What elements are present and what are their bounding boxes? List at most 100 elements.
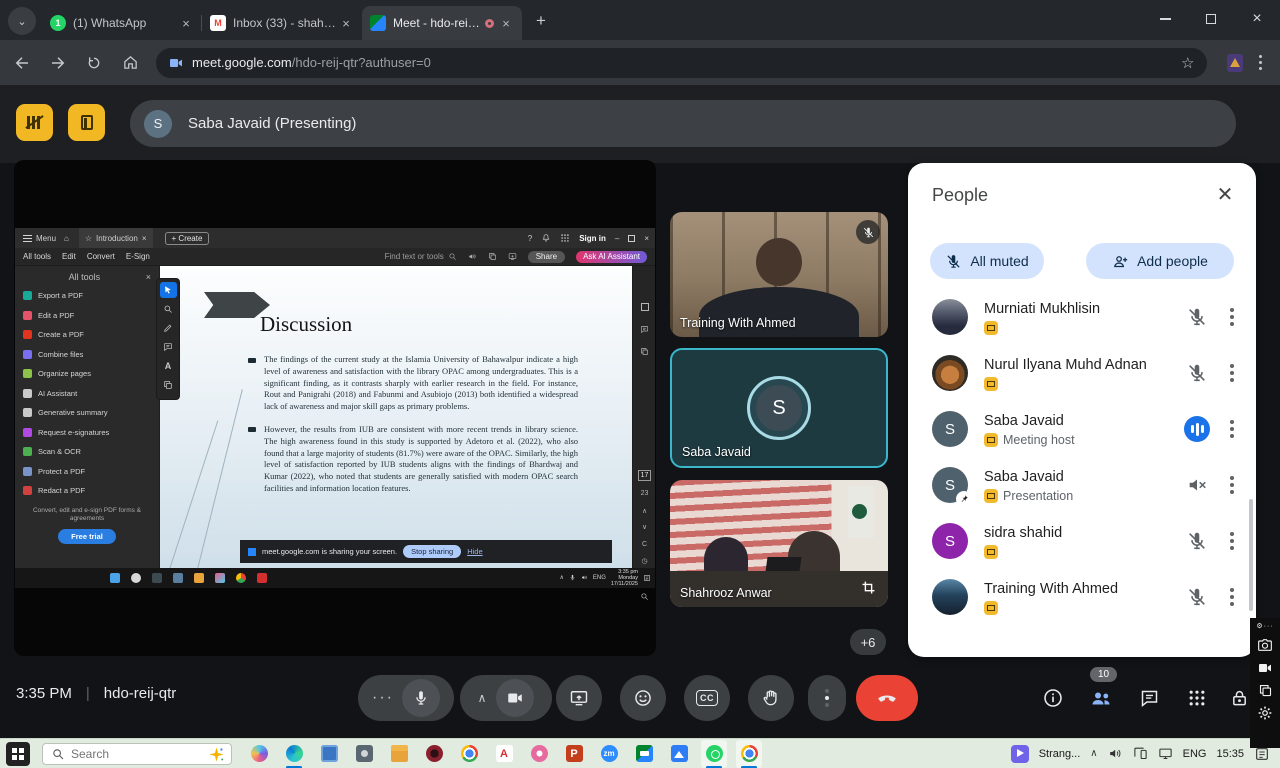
acrobat-icon[interactable] xyxy=(257,573,267,583)
camera-permission-icon[interactable] xyxy=(168,55,184,71)
more-options-button[interactable] xyxy=(808,675,846,721)
mic-tray-icon[interactable] xyxy=(569,574,576,581)
participant-row[interactable]: S sidra shahid xyxy=(908,513,1256,569)
app-icon[interactable] xyxy=(173,573,183,583)
copilot-sparkle-icon[interactable] xyxy=(208,746,225,763)
participant-row[interactable]: S Saba Javaid Meeting host xyxy=(908,401,1256,457)
start-button[interactable] xyxy=(6,742,30,766)
acrobat-menu-label[interactable]: Menu xyxy=(36,234,56,243)
new-tab-button[interactable]: + xyxy=(528,8,554,34)
find-tools-field[interactable]: Find text or tools xyxy=(385,252,457,261)
share-button[interactable]: Share xyxy=(528,251,565,263)
language-indicator[interactable]: ENG xyxy=(593,575,606,581)
more-options-icon[interactable] xyxy=(1230,315,1234,319)
raise-hand-button[interactable] xyxy=(748,675,794,721)
camera-options-icon[interactable]: ∧ xyxy=(478,691,487,705)
acrobat-tool-item[interactable]: Protect a PDF xyxy=(23,462,151,482)
extension-overlay-button-2[interactable] xyxy=(68,104,105,141)
chat-icon[interactable] xyxy=(1134,683,1164,713)
taskbar-app[interactable] xyxy=(281,740,307,768)
taskbar-app[interactable] xyxy=(421,740,447,768)
recorder-logo-icon[interactable]: ⚙··· xyxy=(1256,622,1273,630)
screen-share-tile[interactable]: Menu ⌂ ☆ Introduction × + Create ? Sign … xyxy=(14,160,656,656)
close-panel-icon[interactable]: ✕ xyxy=(1210,179,1240,209)
tray-overflow-icon[interactable]: ∧ xyxy=(1090,748,1097,759)
more-options-icon[interactable] xyxy=(1230,539,1234,543)
home-icon[interactable] xyxy=(116,49,144,77)
copy-window-icon[interactable] xyxy=(1258,683,1273,698)
volume-icon[interactable] xyxy=(1108,746,1123,761)
stop-sharing-button[interactable]: Stop sharing xyxy=(403,545,461,558)
participant-row[interactable]: Nurul Ilyana Muhd Adnan xyxy=(908,345,1256,401)
free-trial-button[interactable]: Free trial xyxy=(58,529,116,544)
record-video-icon[interactable] xyxy=(1257,660,1273,676)
acrobat-document-tab[interactable]: ☆ Introduction × xyxy=(79,228,153,248)
audio-status-icon[interactable] xyxy=(1184,472,1210,498)
draw-tool-icon[interactable] xyxy=(160,320,177,336)
select-tool-icon[interactable] xyxy=(160,282,177,298)
bookmarks-icon[interactable] xyxy=(633,300,656,314)
close-icon[interactable]: × xyxy=(644,234,649,243)
browser-tab[interactable]: 1 (1) WhatsApp × xyxy=(42,6,202,40)
acrobat-tool-item[interactable]: Create a PDF xyxy=(23,325,151,345)
create-button[interactable]: + Create xyxy=(165,232,210,245)
start-icon[interactable] xyxy=(110,573,120,583)
participant-row[interactable]: S Saba Javaid Presentation xyxy=(908,457,1256,513)
tab-close-icon[interactable]: × xyxy=(142,234,147,243)
ask-ai-assistant-button[interactable]: Ask AI Assistant xyxy=(576,251,647,263)
reload-icon[interactable] xyxy=(80,49,108,77)
acrobat-tool-item[interactable]: Edit a PDF xyxy=(23,306,151,326)
back-icon[interactable] xyxy=(8,49,36,77)
sound-tray-icon[interactable] xyxy=(581,574,588,581)
mic-options-icon[interactable]: ··· xyxy=(372,689,394,707)
zoom-tool-icon[interactable] xyxy=(160,301,177,317)
previous-page-icon[interactable]: ∧ xyxy=(633,504,656,518)
taskbar-app[interactable] xyxy=(631,740,657,768)
tab-close-icon[interactable]: × xyxy=(338,15,354,31)
taskbar-search-box[interactable] xyxy=(42,743,232,765)
tab-close-icon[interactable]: × xyxy=(498,15,514,31)
bookmark-star-icon[interactable]: ☆ xyxy=(1181,54,1194,72)
apps-grid-icon[interactable] xyxy=(560,233,570,243)
audio-status-icon[interactable] xyxy=(1184,528,1210,554)
video-tile-shahrooz-anwar[interactable]: Shahrooz Anwar xyxy=(670,480,888,607)
notification-icon[interactable] xyxy=(643,574,651,582)
network-icon[interactable] xyxy=(1158,746,1173,761)
present-screen-button[interactable] xyxy=(556,675,602,721)
taskbar-app[interactable] xyxy=(526,740,552,768)
video-tile-training-with-ahmed[interactable]: Training With Ahmed xyxy=(670,212,888,337)
next-page-icon[interactable]: ∨ xyxy=(633,520,656,534)
more-options-icon[interactable] xyxy=(1230,427,1234,431)
screenshot-camera-icon[interactable] xyxy=(1257,637,1273,653)
tab-esign[interactable]: E-Sign xyxy=(126,252,150,261)
help-icon[interactable]: ? xyxy=(528,234,532,243)
mic-button[interactable]: ··· xyxy=(358,675,454,721)
chrome-icon[interactable] xyxy=(236,573,246,583)
restore-icon[interactable] xyxy=(628,235,635,242)
all-muted-chip[interactable]: All muted xyxy=(930,243,1044,279)
forward-icon[interactable] xyxy=(44,49,72,77)
headset-icon[interactable] xyxy=(468,252,477,261)
audio-status-icon[interactable] xyxy=(1184,584,1210,610)
taskbar-app[interactable] xyxy=(666,740,692,768)
add-people-chip[interactable]: Add people xyxy=(1086,243,1234,279)
participant-row[interactable]: Murniati Mukhlisin xyxy=(908,289,1256,345)
photos-icon[interactable] xyxy=(215,573,225,583)
reframe-icon[interactable] xyxy=(856,575,880,599)
search-icon[interactable] xyxy=(131,573,141,583)
reactions-button[interactable] xyxy=(620,675,666,721)
minimize-button[interactable] xyxy=(1142,0,1188,38)
captions-button[interactable]: CC xyxy=(684,675,730,721)
tab-close-icon[interactable]: × xyxy=(178,15,194,31)
acrobat-tool-item[interactable]: Scan & OCR xyxy=(23,442,151,462)
media-title[interactable]: Strang... xyxy=(1039,748,1081,760)
panel-close-icon[interactable]: × xyxy=(146,272,151,282)
people-toggle-icon[interactable] xyxy=(1086,683,1116,713)
stamp-tool-icon[interactable] xyxy=(160,377,177,393)
acrobat-tool-item[interactable]: Request e-signatures xyxy=(23,423,151,443)
acrobat-tool-item[interactable]: Organize pages xyxy=(23,364,151,384)
browser-menu-icon[interactable] xyxy=(1259,61,1263,65)
camera-button[interactable]: ∧ xyxy=(460,675,552,721)
settings-gear-icon[interactable] xyxy=(1257,705,1273,721)
hide-link[interactable]: Hide xyxy=(467,547,482,556)
